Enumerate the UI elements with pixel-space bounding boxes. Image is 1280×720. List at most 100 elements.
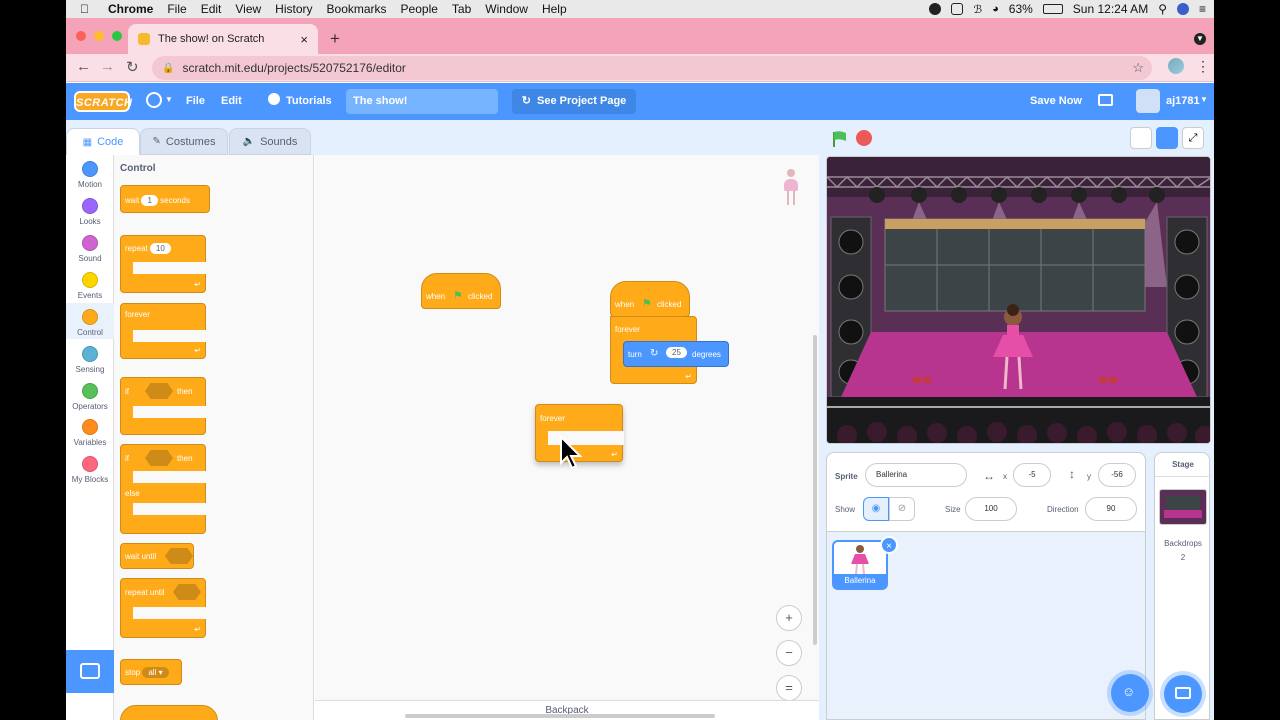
edit-menu[interactable]: Edit bbox=[221, 95, 242, 107]
when-flag-clicked-block[interactable]: when ⚑ clicked bbox=[421, 273, 501, 309]
menu-help[interactable]: Help bbox=[542, 2, 567, 16]
tab-code[interactable]: ▦ Code bbox=[66, 128, 140, 155]
tutorials-button[interactable]: Tutorials bbox=[286, 95, 332, 107]
show-hidden-eye-icon[interactable]: ⊘ bbox=[889, 497, 915, 521]
siri-icon[interactable] bbox=[1176, 3, 1189, 15]
new-tab-icon[interactable]: + bbox=[330, 29, 340, 49]
control-center-icon[interactable]: ≡ bbox=[1199, 2, 1206, 16]
zoom-in-button[interactable]: + bbox=[776, 605, 802, 631]
normal-stage-button[interactable] bbox=[1156, 127, 1178, 149]
condition-slot[interactable] bbox=[145, 383, 173, 399]
menu-people[interactable]: People bbox=[401, 2, 438, 16]
avatar[interactable] bbox=[1136, 89, 1160, 113]
green-flag-button[interactable] bbox=[831, 130, 849, 153]
x-position-input[interactable]: -5 bbox=[1013, 463, 1051, 487]
apple-icon[interactable]:  bbox=[80, 2, 100, 16]
tab-sounds[interactable]: 🔈 Sounds bbox=[229, 128, 311, 155]
category-motion[interactable]: Motion bbox=[66, 161, 114, 189]
tutorials-icon[interactable] bbox=[268, 93, 280, 105]
reload-icon[interactable]: ↻ bbox=[126, 58, 139, 76]
repeat-input[interactable]: 10 bbox=[149, 243, 171, 254]
if-then-block[interactable]: if then bbox=[120, 377, 207, 435]
status-stop-icon[interactable] bbox=[929, 3, 942, 15]
category-variables[interactable]: Variables bbox=[66, 419, 114, 447]
category-my-blocks[interactable]: My Blocks bbox=[66, 456, 114, 484]
size-input[interactable]: 100 bbox=[965, 497, 1017, 521]
wifi-icon[interactable]: ◕ bbox=[992, 3, 999, 15]
back-icon[interactable]: ← bbox=[76, 58, 91, 75]
fullscreen-icon[interactable]: ⤢ bbox=[1182, 127, 1204, 149]
stop-block[interactable]: stop all ▾ bbox=[120, 659, 182, 685]
forward-icon[interactable]: → bbox=[100, 58, 115, 75]
scratch-logo[interactable]: SCRATCH bbox=[74, 91, 132, 112]
see-project-page-button[interactable]: ↻ See Project Page bbox=[512, 89, 636, 114]
save-now-button[interactable]: Save Now bbox=[1030, 95, 1082, 107]
stage-selector[interactable]: Stage Backdrops 2 bbox=[1154, 452, 1211, 720]
sprite-thumbnail[interactable]: Ballerina × bbox=[832, 536, 898, 590]
zoom-window-button[interactable] bbox=[112, 31, 122, 41]
when-flag-clicked-block-2[interactable]: when ⚑ clicked bbox=[610, 281, 690, 317]
category-sensing[interactable]: Sensing bbox=[66, 346, 114, 374]
condition-slot[interactable] bbox=[145, 450, 173, 466]
bluetooth-icon[interactable]: ℬ bbox=[973, 3, 982, 16]
code-workspace[interactable]: when ⚑ clicked when ⚑ clicked forever ↵ … bbox=[315, 155, 819, 720]
language-caret-icon[interactable]: ▼ bbox=[165, 95, 173, 104]
wait-input[interactable]: 1 bbox=[141, 195, 158, 206]
my-stuff-folder-icon[interactable] bbox=[1098, 94, 1113, 106]
language-globe-icon[interactable] bbox=[146, 92, 162, 108]
close-window-button[interactable] bbox=[76, 31, 86, 41]
choose-sprite-button[interactable]: ☺ bbox=[1111, 674, 1149, 712]
username[interactable]: aj1781 bbox=[1166, 95, 1200, 107]
account-caret-icon[interactable]: ▼ bbox=[1200, 95, 1208, 104]
workspace-horizontal-scrollbar[interactable] bbox=[405, 714, 715, 718]
menu-view[interactable]: View bbox=[235, 2, 261, 16]
add-extension-button[interactable] bbox=[66, 650, 114, 693]
address-bar[interactable]: 🔒 scratch.mit.edu/projects/520752176/edi… bbox=[152, 56, 1152, 80]
zoom-out-button[interactable]: − bbox=[776, 640, 802, 666]
show-visible-eye-icon[interactable]: ◉ bbox=[863, 497, 889, 521]
if-then-else-block[interactable]: if then else bbox=[120, 444, 207, 534]
category-looks[interactable]: Looks bbox=[66, 198, 114, 226]
choose-backdrop-button[interactable] bbox=[1164, 675, 1202, 713]
repeat-block[interactable]: repeat 10 ↵ bbox=[120, 235, 207, 293]
menu-history[interactable]: History bbox=[275, 2, 312, 16]
stop-button[interactable] bbox=[856, 130, 872, 146]
extension-icon[interactable] bbox=[1168, 58, 1184, 74]
chrome-menu-icon[interactable]: ⋮ bbox=[1196, 58, 1210, 75]
stage-canvas[interactable] bbox=[826, 156, 1211, 444]
menu-bookmarks[interactable]: Bookmarks bbox=[327, 2, 387, 16]
tab-costumes[interactable]: ✎ Costumes bbox=[140, 128, 228, 155]
menu-window[interactable]: Window bbox=[485, 2, 528, 16]
menu-file[interactable]: File bbox=[167, 2, 186, 16]
spotlight-icon[interactable]: ⚲ bbox=[1158, 2, 1167, 16]
battery-icon[interactable] bbox=[1042, 4, 1063, 14]
clock[interactable]: Sun 12:24 AM bbox=[1073, 2, 1148, 16]
y-position-input[interactable]: -56 bbox=[1098, 463, 1136, 487]
delete-sprite-icon[interactable]: × bbox=[880, 536, 898, 554]
workspace-vertical-scrollbar[interactable] bbox=[813, 335, 817, 645]
forever-block[interactable]: forever ↵ bbox=[120, 303, 207, 359]
file-menu[interactable]: File bbox=[186, 95, 205, 107]
close-tab-icon[interactable]: × bbox=[300, 32, 308, 47]
airplay-icon[interactable] bbox=[951, 3, 964, 15]
repeat-until-block[interactable]: repeat until ↵ bbox=[120, 578, 207, 638]
project-title-input[interactable]: The show! bbox=[346, 89, 498, 114]
category-events[interactable]: Events bbox=[66, 272, 114, 300]
minimize-window-button[interactable] bbox=[94, 31, 104, 41]
condition-slot[interactable] bbox=[165, 548, 193, 564]
category-sound[interactable]: Sound bbox=[66, 235, 114, 263]
menu-app-name[interactable]: Chrome bbox=[108, 2, 153, 16]
menu-edit[interactable]: Edit bbox=[201, 2, 222, 16]
direction-input[interactable]: 90 bbox=[1085, 497, 1137, 521]
next-block-partial[interactable] bbox=[120, 705, 218, 720]
menu-tab[interactable]: Tab bbox=[452, 2, 471, 16]
small-stage-button[interactable] bbox=[1130, 127, 1152, 149]
bookmark-star-icon[interactable]: ☆ bbox=[1132, 60, 1144, 76]
browser-tab[interactable]: The show! on Scratch × bbox=[128, 24, 318, 54]
category-control[interactable]: Control bbox=[66, 303, 114, 339]
wait-until-block[interactable]: wait until bbox=[120, 543, 194, 569]
condition-slot[interactable] bbox=[173, 584, 201, 600]
tab-search-icon[interactable]: ▼ bbox=[1194, 33, 1206, 45]
turn-degrees-block[interactable]: turn ↻ 25 degrees bbox=[623, 341, 729, 367]
stop-dropdown[interactable]: all ▾ bbox=[142, 667, 169, 678]
